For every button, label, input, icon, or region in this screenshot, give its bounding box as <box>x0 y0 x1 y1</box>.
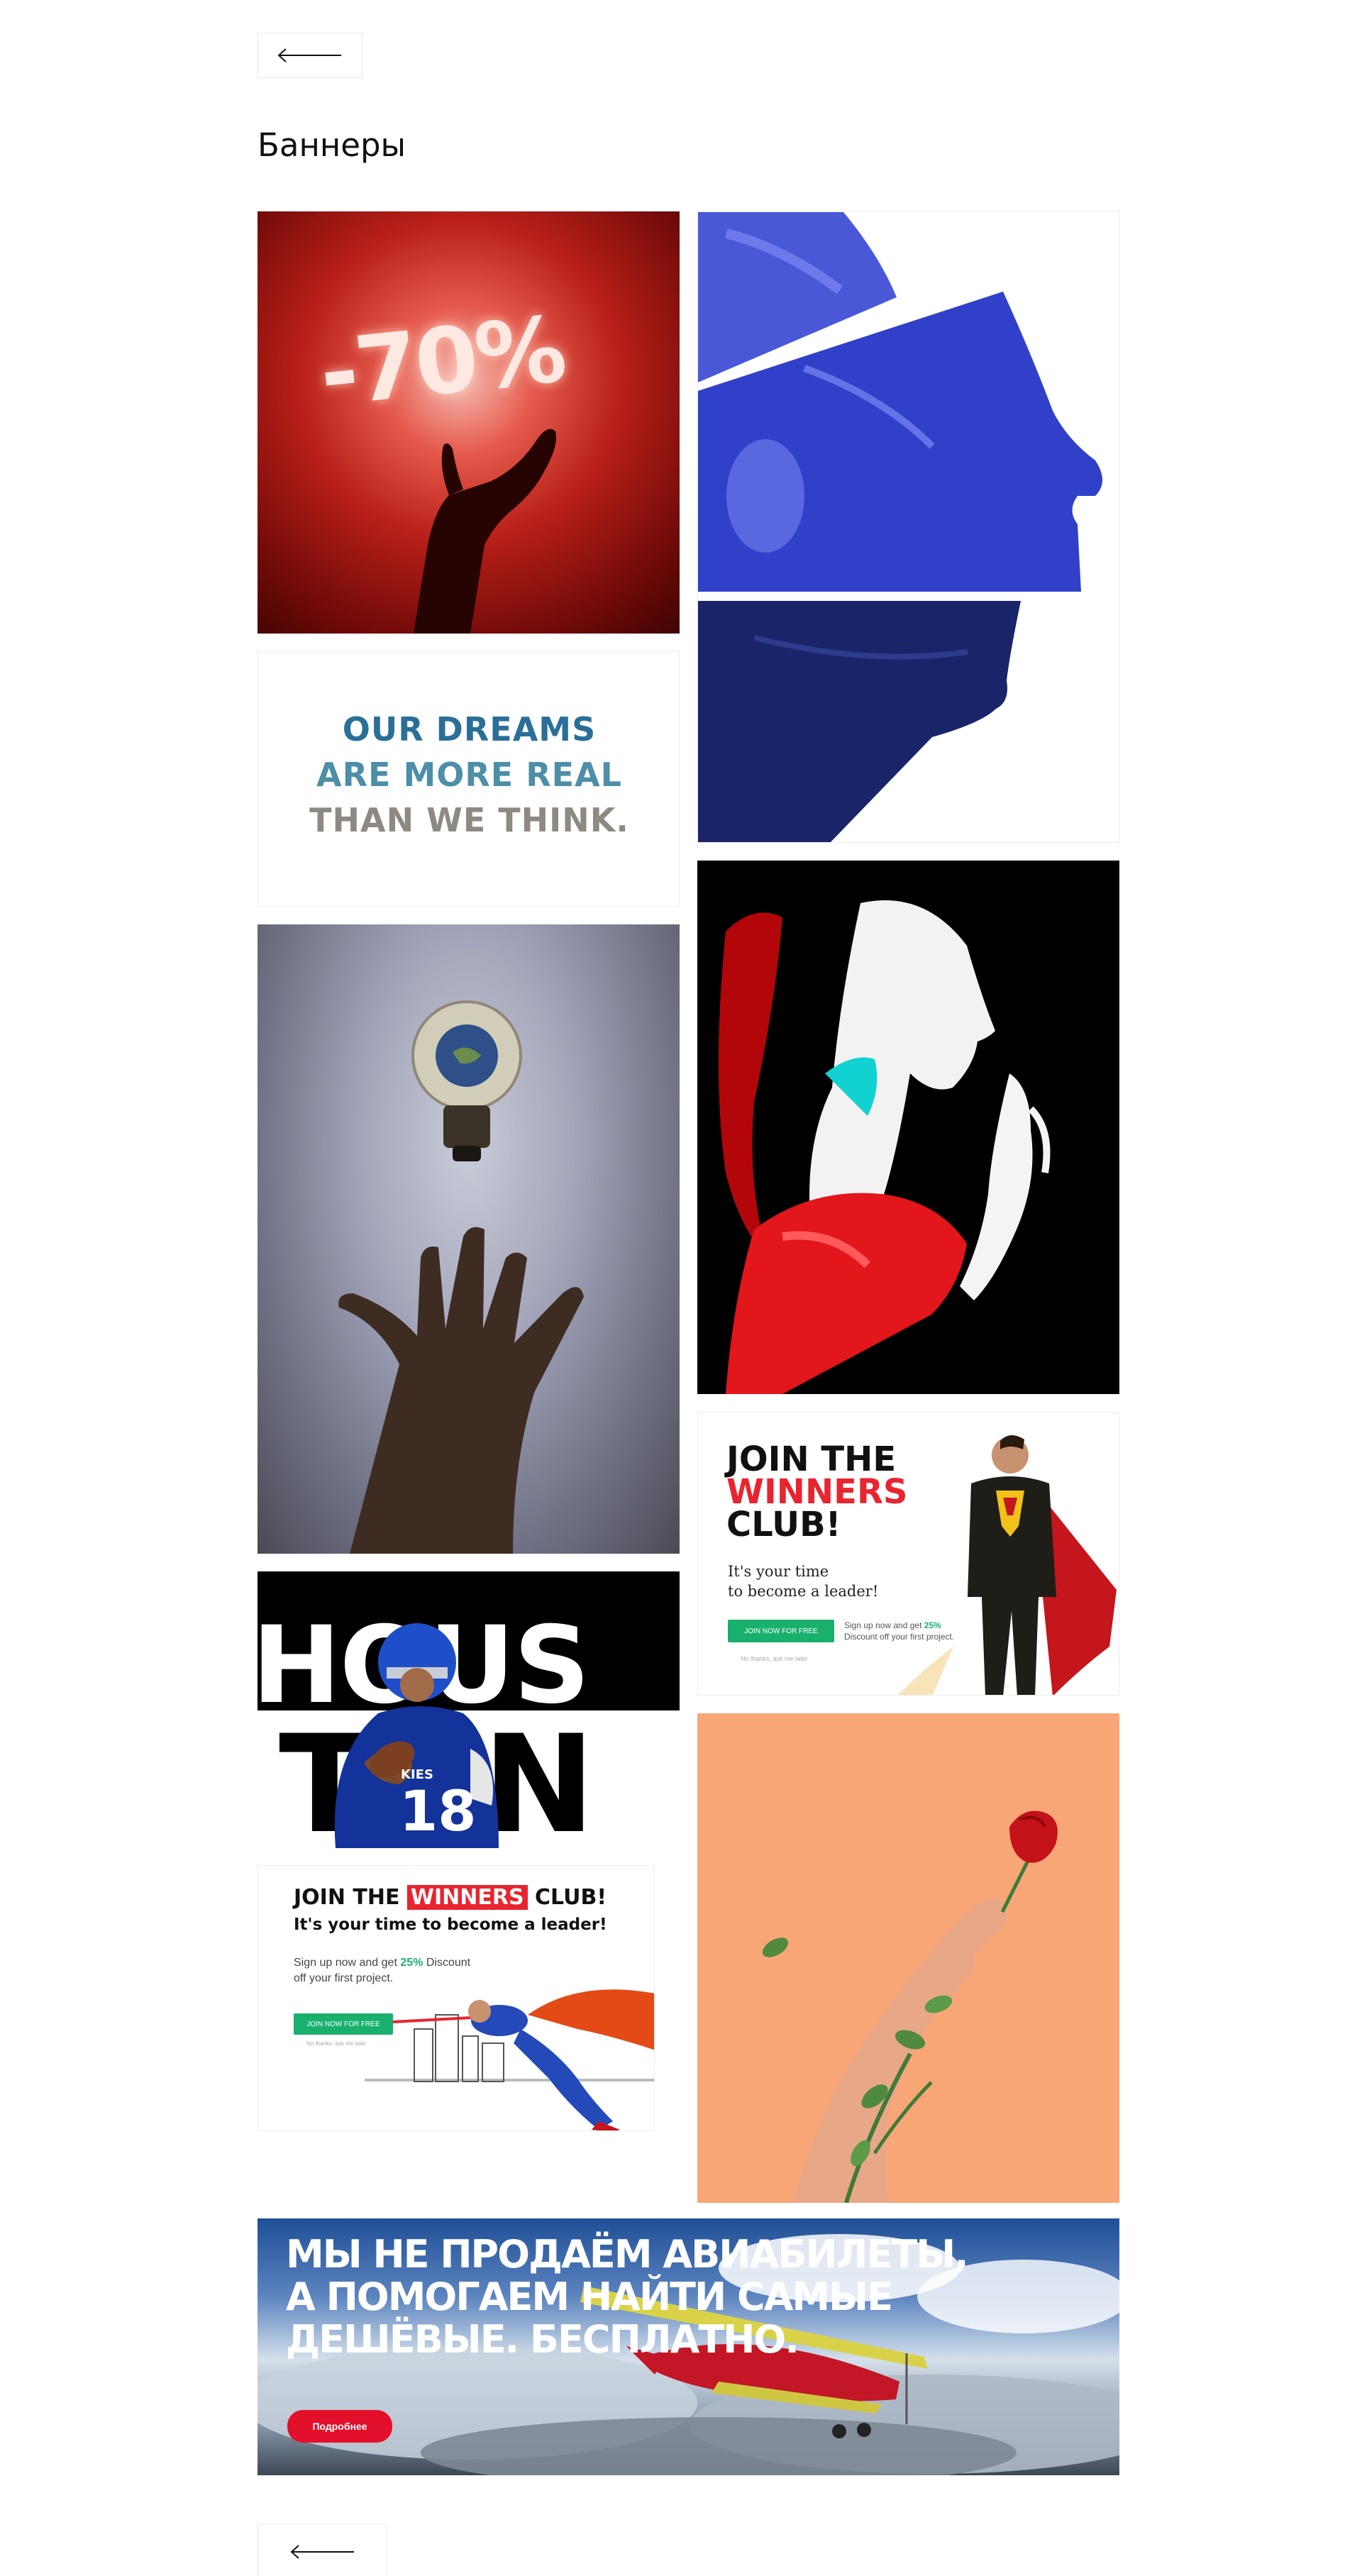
rose-hand-illustration <box>762 1811 1058 2203</box>
dreams-line-2: ARE MORE REAL <box>316 756 622 794</box>
banner-rose[interactable] <box>697 1713 1119 2203</box>
banners-page: Баннеры -70% OUR DREAMS ARE MORE REAL TH… <box>0 0 1362 2576</box>
head-sculpture-illustration <box>698 212 1102 842</box>
page-title: Баннеры <box>258 126 406 164</box>
back-button-bottom[interactable] <box>258 2524 387 2576</box>
houston-jersey-text: KIES <box>401 1767 433 1782</box>
banner-sale[interactable]: -70% <box>258 211 680 634</box>
back-button-top[interactable] <box>258 33 362 78</box>
flights-more-button[interactable]: Подробнее <box>287 2410 392 2443</box>
houston-jersey-number: 18 <box>399 1780 477 1844</box>
dreams-line-1: OUR DREAMS <box>342 710 597 748</box>
flights-line-1: МЫ НЕ ПРОДАЁМ АВИАБИЛЕТЫ, <box>286 2232 969 2277</box>
banner-winners-horizontal[interactable]: JOIN THE WINNERS CLUB! It's your time to… <box>258 1865 655 2131</box>
banner-houston[interactable]: HOUS TON 18 KIES <box>258 1571 680 1848</box>
woman-silhouette-illustration <box>719 900 1051 1394</box>
dreams-line-3: THAN WE THINK. <box>309 801 629 839</box>
businessman-superhero-illustration <box>898 1435 1117 1695</box>
flights-line-3: ДЕШЁВЫЕ. БЕСПЛАТНО. <box>286 2317 799 2362</box>
banner-blue-head[interactable] <box>697 211 1119 843</box>
banner-lightbulb[interactable] <box>258 924 680 1554</box>
banner-woman[interactable] <box>697 861 1119 1394</box>
banner-dreams[interactable]: OUR DREAMS ARE MORE REAL THAN WE THINK. <box>258 651 680 907</box>
banner-flights[interactable]: МЫ НЕ ПРОДАЁМ АВИАБИЛЕТЫ, А ПОМОГАЕМ НАЙ… <box>258 2218 1119 2475</box>
banner-winners-vertical[interactable]: JOIN THE WINNERS CLUB! It's your time to… <box>697 1412 1119 1696</box>
flights-line-2: А ПОМОГАЕМ НАЙТИ САМЫЕ <box>286 2274 893 2319</box>
superman-city-illustration <box>365 1989 654 2130</box>
sale-hand-illustration <box>414 429 556 634</box>
lightbulb-hand-illustration <box>338 1000 584 1554</box>
arrow-left-icon <box>290 2545 354 2559</box>
arrow-left-icon <box>277 48 341 62</box>
